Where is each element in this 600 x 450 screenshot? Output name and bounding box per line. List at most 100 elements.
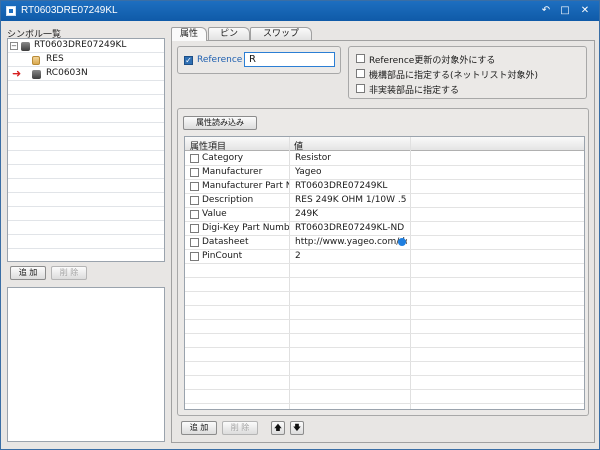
table-row[interactable]: Description RES 249K OHM 1/10W .5% [185,194,584,208]
reference-label: Reference [197,55,243,65]
row-checkbox[interactable] [190,224,199,233]
empty-row [185,264,584,278]
table-row[interactable]: Digi-Key Part Numbe RT0603DRE07249KL-ND [185,222,584,236]
table-row[interactable]: Manufacturer Part Nu RT0603DRE07249KL [185,180,584,194]
attribute-name: Digi-Key Part Numbe [202,223,289,233]
tab-attributes[interactable]: 属性 [171,27,207,41]
exclude-reference-update-checkbox[interactable] [356,54,365,63]
empty-row [185,390,584,404]
maximize-icon[interactable]: □ [558,4,572,18]
tab-pins[interactable]: ピン [208,27,250,40]
table-header: 属性項目 値 [185,137,584,152]
attribute-name: Category [202,153,244,163]
main-window: RT0603DRE07249KL ↶ □ ✕ シンボル一覧 − RT0603DR… [0,0,600,450]
resistor-icon [32,56,40,65]
symbol-preview [7,287,165,442]
close-icon[interactable]: ✕ [578,4,592,18]
restore-icon[interactable]: ↶ [539,4,553,18]
move-up-icon[interactable]: 🡅 [271,421,285,435]
window-title: RT0603DRE07249KL [21,5,118,16]
row-checkbox[interactable] [190,168,199,177]
delete-symbol-button[interactable]: 削 除 [51,266,87,280]
move-down-icon[interactable]: 🡇 [290,421,304,435]
tree-empty-row [8,137,164,151]
open-link-icon[interactable] [398,238,406,246]
add-symbol-button[interactable]: 追 加 [10,266,46,280]
symbol-tree[interactable]: − RT0603DRE07249KL RES ➜ RC0603N [7,38,165,262]
empty-row [185,306,584,320]
tree-item-label: RT0603DRE07249KL [34,40,127,50]
column-header-value: 値 [294,142,304,152]
tree-empty-row [8,109,164,123]
reference-checkbox[interactable]: ✓ [184,56,193,65]
tree-empty-row [8,179,164,193]
attribute-value[interactable]: Yageo [295,167,407,177]
table-row[interactable]: Manufacturer Yageo [185,166,584,180]
attribute-value[interactable]: 2 [295,251,407,261]
row-checkbox[interactable] [190,210,199,219]
tree-empty-row [8,151,164,165]
tree-empty-row [8,235,164,249]
tree-empty-row [8,81,164,95]
row-checkbox[interactable] [190,154,199,163]
option-label: Reference更新の対象外にする [369,56,496,66]
mechanical-part-checkbox[interactable] [356,69,365,78]
load-attributes-button[interactable]: 属性読み込み [183,116,257,130]
table-row[interactable]: Datasheet http://www.yageo.com/do [185,236,584,250]
option-label: 非実装部品に指定する [369,86,460,96]
attribute-value[interactable]: Resistor [295,153,407,163]
attribute-name: Description [202,195,254,205]
reference-input[interactable]: R [244,52,335,67]
not-mounted-checkbox[interactable] [356,84,365,93]
attribute-value[interactable]: RT0603DRE07249KL [295,181,407,191]
tree-item-label: RC0603N [46,68,88,78]
title-bar: RT0603DRE07249KL ↶ □ ✕ [1,1,599,21]
tree-empty-row [8,123,164,137]
attribute-name: Manufacturer Part Nu [202,181,289,191]
collapse-icon[interactable]: − [10,42,18,50]
attribute-name: Manufacturer [202,167,263,177]
attribute-value[interactable]: RT0603DRE07249KL-ND [295,223,407,233]
tree-item-rc0603n[interactable]: ➜ RC0603N [8,67,164,81]
reference-group: ✓ Reference R [177,46,341,74]
tree-item-root[interactable]: − RT0603DRE07249KL [8,39,164,53]
row-checkbox[interactable] [190,252,199,261]
empty-row [185,292,584,306]
table-row[interactable]: Category Resistor [185,152,584,166]
table-row[interactable]: PinCount 2 [185,250,584,264]
tree-empty-row [8,249,164,261]
row-checkbox[interactable] [190,182,199,191]
attribute-name: PinCount [202,251,243,261]
tab-swap[interactable]: スワップ [250,27,312,40]
attribute-table[interactable]: 属性項目 値 Category Resistor Manufacturer Ya… [184,136,585,410]
add-attribute-button[interactable]: 追 加 [181,421,217,435]
tree-empty-row [8,165,164,179]
tree-empty-row [8,193,164,207]
tree-item-label: RES [46,54,64,64]
attribute-value[interactable]: 249K [295,209,407,219]
app-icon [6,6,16,16]
row-checkbox[interactable] [190,196,199,205]
attribute-value[interactable]: RES 249K OHM 1/10W .5% [295,195,407,205]
empty-row [185,320,584,334]
delete-attribute-button[interactable]: 削 除 [222,421,258,435]
empty-row [185,278,584,292]
tree-item-res[interactable]: RES [8,53,164,67]
option-label: 機構部品に指定する(ネットリスト対象外) [369,71,539,81]
attribute-value[interactable]: http://www.yageo.com/do [295,237,407,247]
chip-icon [21,42,30,51]
options-group: Reference更新の対象外にする 機構部品に指定する(ネットリスト対象外) … [348,46,587,99]
tree-empty-row [8,221,164,235]
column-header-attribute: 属性項目 [190,142,227,152]
empty-row [185,362,584,376]
attribute-name: Value [202,209,227,219]
table-row[interactable]: Value 249K [185,208,584,222]
row-checkbox[interactable] [190,238,199,247]
attribute-name: Datasheet [202,237,249,247]
empty-row [185,334,584,348]
chip-icon [32,70,41,79]
empty-row [185,376,584,390]
tree-empty-row [8,95,164,109]
tree-empty-row [8,207,164,221]
empty-row [185,348,584,362]
